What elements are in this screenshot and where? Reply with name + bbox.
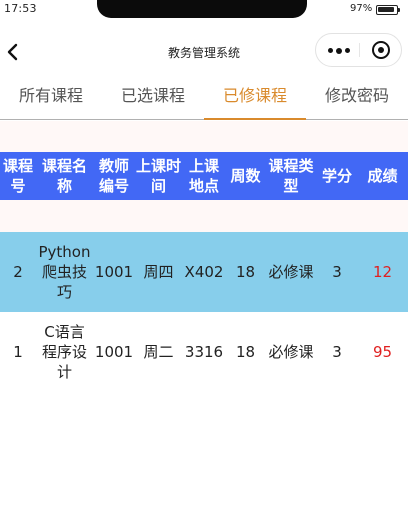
cell-class-location: 3316 xyxy=(182,312,226,392)
header-course-name: 课程名称 xyxy=(36,152,93,200)
cell-course-id: 1 xyxy=(0,312,36,392)
header-grade: 成绩 xyxy=(357,152,408,200)
cell-course-id: 2 xyxy=(0,232,36,312)
cell-credits: 3 xyxy=(317,232,357,312)
status-time: 17:53 xyxy=(4,2,37,15)
header-class-time: 上课时间 xyxy=(135,152,182,200)
table-header-row: 课程号 课程名称 教师编号 上课时间 上课地点 周数 课程类型 学分 成绩 xyxy=(0,152,408,200)
cell-class-time: 周四 xyxy=(135,232,182,312)
cell-weeks: 18 xyxy=(226,232,265,312)
battery-tip xyxy=(398,8,400,12)
cell-class-time: 周二 xyxy=(135,312,182,392)
header-credits: 学分 xyxy=(317,152,357,200)
cell-teacher-id: 1001 xyxy=(93,312,135,392)
cell-course-type: 必修课 xyxy=(265,312,317,392)
cell-class-location: X402 xyxy=(182,232,226,312)
close-button[interactable] xyxy=(360,34,402,66)
tab-change-password[interactable]: 修改密码 xyxy=(306,74,408,119)
cell-grade: 12 xyxy=(357,232,408,312)
mini-program-capsule xyxy=(315,33,402,67)
header-weeks: 周数 xyxy=(226,152,265,200)
completed-courses-table: 课程号 课程名称 教师编号 上课时间 上课地点 周数 课程类型 学分 成绩 2 … xyxy=(0,152,408,392)
table-spacer xyxy=(0,200,408,232)
tab-bar: 所有课程 已选课程 已修课程 修改密码 xyxy=(0,74,408,120)
cell-course-type: 必修课 xyxy=(265,232,317,312)
battery-percent: 97% xyxy=(350,3,373,14)
header-teacher-id: 教师编号 xyxy=(93,152,135,200)
tab-selected-courses[interactable]: 已选课程 xyxy=(102,74,204,119)
battery-icon xyxy=(376,5,398,15)
tab-completed-courses[interactable]: 已修课程 xyxy=(204,74,306,120)
table-row[interactable]: 2 Python爬虫技巧 1001 周四 X402 18 必修课 3 12 xyxy=(0,232,408,312)
more-button[interactable] xyxy=(316,34,359,66)
status-bar: 17:53 97% xyxy=(0,0,408,22)
navigation-bar: 教务管理系统 xyxy=(0,30,408,74)
cell-grade: 95 xyxy=(357,312,408,392)
cell-course-name: C语言程序设计 xyxy=(36,312,93,392)
cell-weeks: 18 xyxy=(226,312,265,392)
header-course-id: 课程号 xyxy=(0,152,36,200)
cell-course-name: Python爬虫技巧 xyxy=(36,232,93,312)
cell-credits: 3 xyxy=(317,312,357,392)
more-dot xyxy=(336,47,342,54)
more-dots-icon xyxy=(328,48,333,53)
tab-all-courses[interactable]: 所有课程 xyxy=(0,74,102,119)
spacer-cell xyxy=(0,200,408,232)
camera-notch xyxy=(97,0,307,18)
cell-teacher-id: 1001 xyxy=(93,232,135,312)
table-row[interactable]: 1 C语言程序设计 1001 周二 3316 18 必修课 3 95 xyxy=(0,312,408,392)
more-dot xyxy=(345,48,350,53)
header-course-type: 课程类型 xyxy=(265,152,317,200)
header-class-location: 上课地点 xyxy=(182,152,226,200)
battery-level-fill xyxy=(378,7,394,12)
target-close-icon-core xyxy=(378,47,384,53)
